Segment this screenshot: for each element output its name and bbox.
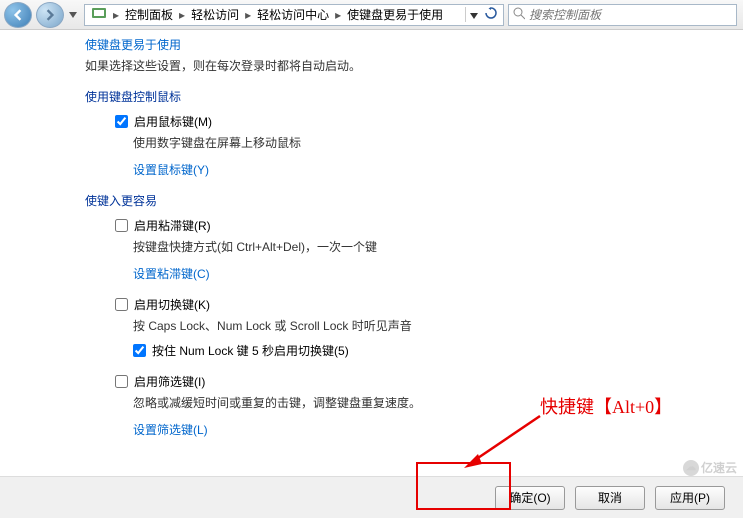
history-dropdown[interactable] [66, 5, 80, 25]
option-togglekeys[interactable]: 启用切换键(K) [115, 296, 723, 313]
content-area: 使键盘更易于使用 如果选择这些设置，则在每次登录时都将自动启动。 使用键盘控制鼠… [0, 30, 743, 470]
search-input[interactable] [525, 8, 736, 22]
label-togglekeys: 启用切换键(K) [134, 296, 210, 313]
breadcrumb[interactable]: ▸ 控制面板 ▸ 轻松访问 ▸ 轻松访问中心 ▸ 使键盘更易于使用 [84, 4, 504, 26]
cloud-icon: ☁ [683, 460, 699, 476]
chevron-icon: ▸ [333, 8, 343, 22]
page-description: 如果选择这些设置，则在每次登录时都将自动启动。 [85, 57, 723, 74]
apply-button[interactable]: 应用(P) [655, 486, 725, 510]
control-panel-icon [87, 5, 111, 24]
forward-button[interactable] [36, 2, 64, 28]
section-typing-title: 使键入更容易 [85, 192, 723, 209]
crumb-3[interactable]: 轻松访问中心 [253, 6, 333, 23]
checkbox-mousekeys[interactable] [115, 115, 128, 128]
option-filterkeys[interactable]: 启用筛选键(I) [115, 373, 723, 390]
option-stickykeys[interactable]: 启用粘滞键(R) [115, 217, 723, 234]
crumb-2[interactable]: 轻松访问 [187, 6, 243, 23]
section-mouse-title: 使用键盘控制鼠标 [85, 88, 723, 105]
watermark-text: 亿速云 [701, 459, 737, 476]
chevron-icon: ▸ [177, 8, 187, 22]
back-button[interactable] [4, 2, 32, 28]
link-stickykeys-settings[interactable]: 设置粘滞键(C) [133, 265, 723, 282]
search-icon [509, 7, 525, 23]
label-filterkeys: 启用筛选键(I) [134, 373, 205, 390]
ok-button[interactable]: 确定(O) [495, 486, 565, 510]
label-mousekeys: 启用鼠标键(M) [134, 113, 212, 130]
option-mousekeys[interactable]: 启用鼠标键(M) [115, 113, 723, 130]
checkbox-filterkeys[interactable] [115, 375, 128, 388]
crumb-1[interactable]: 控制面板 [121, 6, 177, 23]
checkbox-numlock5sec[interactable] [133, 344, 146, 357]
bottom-bar: 确定(O) 取消 应用(P) [0, 476, 743, 518]
chevron-icon: ▸ [243, 8, 253, 22]
checkbox-stickykeys[interactable] [115, 219, 128, 232]
search-box[interactable] [508, 4, 737, 26]
cancel-button[interactable]: 取消 [575, 486, 645, 510]
label-stickykeys: 启用粘滞键(R) [134, 217, 211, 234]
desc-mousekeys: 使用数字键盘在屏幕上移动鼠标 [133, 134, 723, 151]
watermark: ☁ 亿速云 [683, 459, 737, 476]
sub-option-numlock[interactable]: 按住 Num Lock 键 5 秒启用切换键(5) [133, 342, 723, 359]
nav-bar: ▸ 控制面板 ▸ 轻松访问 ▸ 轻松访问中心 ▸ 使键盘更易于使用 [0, 0, 743, 30]
link-mousekeys-settings[interactable]: 设置鼠标键(Y) [133, 161, 723, 178]
checkbox-togglekeys[interactable] [115, 298, 128, 311]
link-filterkeys-settings[interactable]: 设置筛选键(L) [133, 421, 723, 438]
desc-stickykeys: 按键盘快捷方式(如 Ctrl+Alt+Del)，一次一个键 [133, 238, 723, 255]
chevron-icon: ▸ [111, 8, 121, 22]
desc-filterkeys: 忽略或减缓短时间或重复的击键，调整键盘重复速度。 [133, 394, 723, 411]
page-title-link[interactable]: 使键盘更易于使用 [85, 36, 723, 53]
label-numlock5sec: 按住 Num Lock 键 5 秒启用切换键(5) [152, 342, 349, 359]
refresh-dropdown[interactable] [465, 7, 501, 22]
crumb-4[interactable]: 使键盘更易于使用 [343, 6, 447, 23]
desc-togglekeys: 按 Caps Lock、Num Lock 或 Scroll Lock 时听见声音 [133, 317, 723, 334]
